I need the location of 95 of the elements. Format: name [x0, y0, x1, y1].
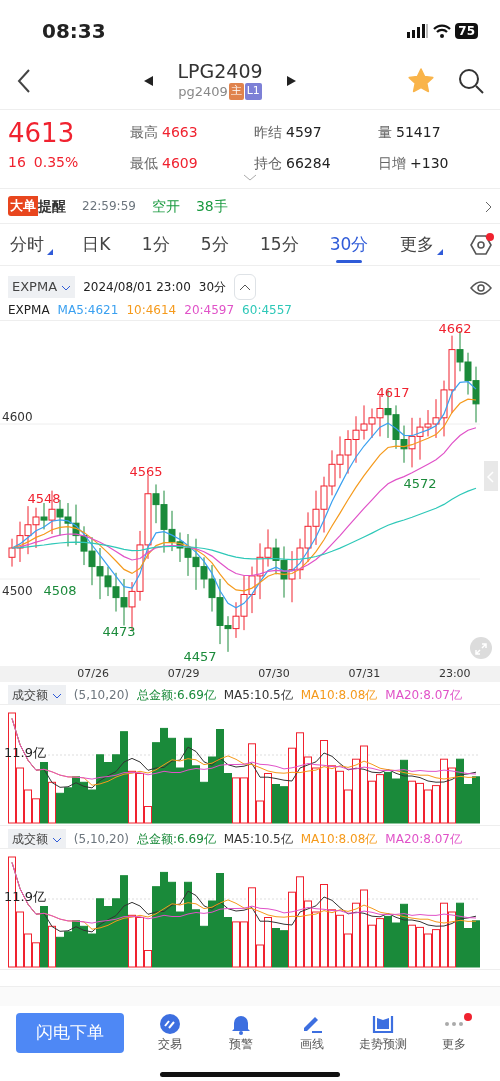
price-mark: 4548 [27, 491, 61, 506]
volume-stat: MA10:8.08亿 [300, 831, 378, 848]
settings-button[interactable] [469, 232, 492, 257]
alert-action: 空开 [151, 196, 180, 216]
contract-code: pg2409 [178, 82, 228, 101]
toolbar-action[interactable]: 更多 [424, 1013, 484, 1053]
toolbar-action[interactable]: 走势预测 [353, 1013, 413, 1053]
price-mark: 4508 [43, 583, 77, 598]
indicator-selector[interactable]: 成交额 [8, 685, 66, 705]
indicator-selector[interactable]: 成交额 [8, 829, 66, 849]
legend-name: EXPMA [8, 302, 50, 319]
volume-stat: MA5:10.5亿 [223, 687, 293, 704]
date-label: 07/29 [167, 665, 200, 682]
stat-value: 4663 [162, 123, 198, 142]
axis-label: 4600 [2, 410, 33, 424]
volume-stat: MA20:8.07亿 [385, 831, 462, 848]
chevron-down-icon [51, 836, 62, 843]
period-tab[interactable]: 30分 [327, 227, 371, 262]
volume-stat: MA20:8.07亿 [385, 687, 462, 704]
contract-title: LPG2409 [177, 59, 263, 82]
contract-tag: 主 [228, 83, 244, 100]
toolbar-action[interactable]: 画线 [282, 1013, 342, 1053]
wifi-icon [433, 24, 452, 38]
stat-label: 日增 [378, 154, 406, 173]
alert-time: 22:59:59 [82, 198, 136, 215]
date-label: 07/31 [348, 665, 381, 682]
indicator-params: (5,10,20) [73, 831, 129, 848]
chevron-down-icon [51, 692, 62, 699]
signal-icon [407, 24, 430, 38]
stat-value: 4609 [162, 154, 198, 173]
legend-value: 10:4614 [126, 302, 177, 319]
date-label: 23:00 [438, 665, 471, 682]
back-button[interactable] [16, 67, 32, 94]
price-mark: 4662 [438, 321, 472, 336]
period-tab[interactable]: 更多 [397, 227, 443, 262]
contract-tag: L1 [244, 83, 262, 100]
right-triangle-icon [286, 76, 296, 86]
legend-value: 20:4597 [184, 302, 235, 319]
status-time: 08:33 [42, 18, 106, 45]
stat-label: 持仓 [254, 154, 282, 173]
left-triangle-icon [144, 76, 154, 86]
toolbar-action[interactable]: 预警 [211, 1013, 271, 1053]
more-icon [443, 1021, 465, 1027]
expand-icon [475, 642, 487, 655]
period-tab[interactable]: 15分 [257, 227, 301, 262]
price-mark: 4473 [102, 624, 136, 639]
eye-icon [470, 280, 492, 295]
legend-value: MA5:4621 [57, 302, 119, 319]
chevron-down-icon [243, 174, 257, 181]
toolbar-action[interactable]: 交易 [140, 1013, 200, 1053]
percent-change: 0.35% [33, 153, 79, 172]
volume-stat: MA10:8.08亿 [300, 687, 378, 704]
alert-title: 提醒 [38, 196, 66, 216]
search-button[interactable] [458, 67, 484, 94]
chevron-down-icon [61, 284, 72, 291]
period-tab[interactable]: 1分 [139, 227, 172, 262]
period-tab[interactable]: 日K [80, 227, 113, 262]
chart-period: 30分 [198, 279, 227, 296]
volume-stat: 总金额:6.69亿 [137, 687, 216, 704]
axis-label: 4500 [2, 584, 33, 598]
stat-label: 最低 [130, 154, 158, 173]
alert-tag: 大单 [8, 196, 38, 216]
stat-value: 51417 [396, 123, 441, 142]
stat-label: 昨结 [254, 123, 282, 142]
exchange-icon [159, 1013, 181, 1035]
date-label: 07/30 [258, 665, 290, 682]
stat-value: +130 [410, 154, 449, 173]
stat-value: 66284 [286, 154, 331, 173]
price-mark: 4572 [403, 476, 437, 491]
price-change: 16 [8, 153, 26, 172]
volume-stat: MA5:10.5亿 [223, 831, 293, 848]
stat-label: 最高 [130, 123, 158, 142]
battery-level: 75 [455, 23, 478, 39]
volume-stat: 总金额:6.69亿 [137, 831, 216, 848]
last-price: 4613 [8, 118, 76, 148]
bell-icon [230, 1013, 252, 1035]
price-mark: 4565 [129, 464, 163, 479]
indicator-params: (5,10,20) [73, 687, 129, 704]
stat-value: 4597 [286, 123, 322, 142]
price-mark: 4617 [376, 385, 410, 400]
stat-label: 量 [378, 123, 392, 142]
settings-icon [469, 234, 492, 256]
indicator-selector[interactable]: EXPMA [8, 276, 76, 298]
date-label: 07/26 [77, 665, 110, 682]
alert-volume: 38手 [195, 196, 228, 216]
period-tab[interactable]: 分时 [8, 227, 53, 262]
chevron-right-icon [485, 200, 492, 213]
price-mark: 4457 [183, 649, 217, 664]
open-book-icon [372, 1013, 394, 1035]
chevron-up-icon [239, 284, 252, 291]
chart-datetime: 2024/08/01 23:00 [83, 279, 191, 296]
search-icon [458, 67, 484, 94]
legend-value: 60:4557 [242, 302, 292, 319]
back-icon [16, 67, 32, 94]
period-tab[interactable]: 5分 [198, 227, 231, 262]
